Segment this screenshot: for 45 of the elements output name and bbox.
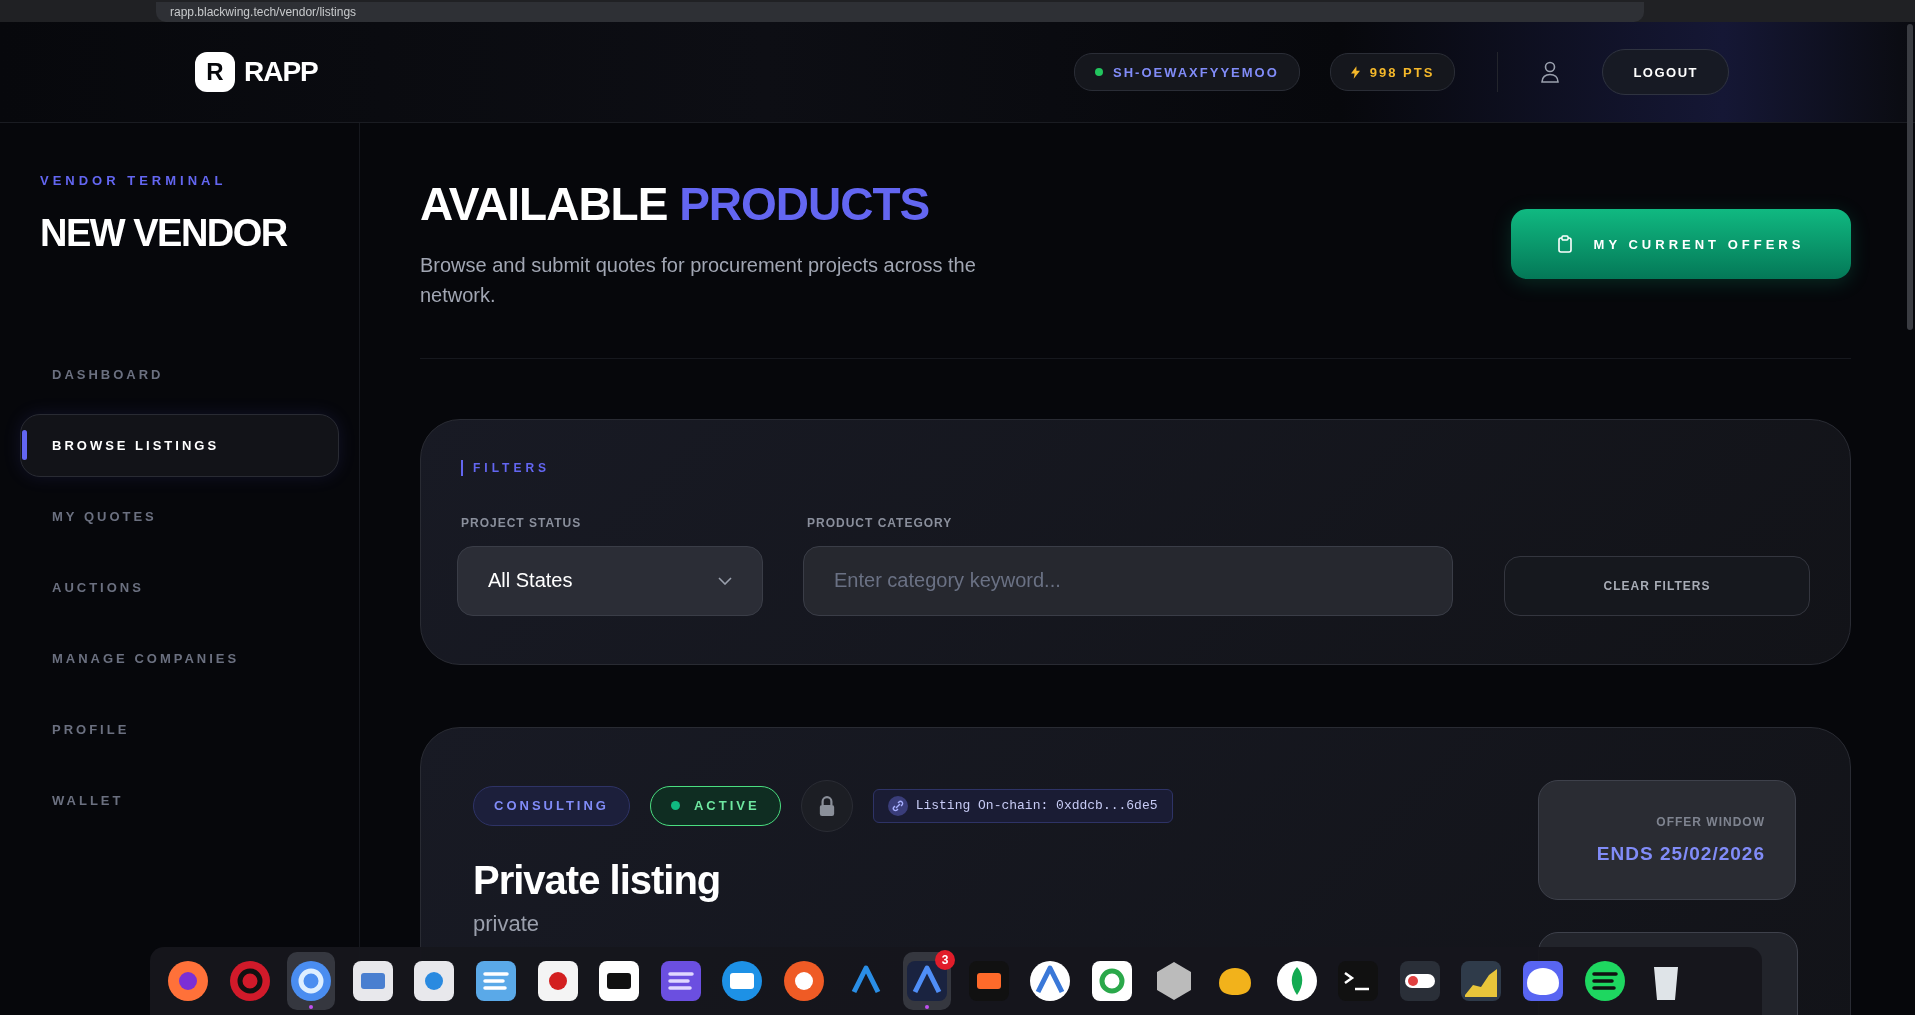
app-icon[interactable] [781, 959, 826, 1003]
points-text: 998 PTS [1369, 64, 1435, 80]
sidebar-item[interactable]: MY QUOTES [20, 485, 339, 548]
address-bar[interactable]: rapp.blackwing.tech/vendor/listings [156, 2, 1644, 22]
field-label: PROJECT STATUS [460, 515, 583, 530]
status-dropdown[interactable]: All States [457, 545, 763, 616]
sidebar-eyebrow: VENDOR TERMINAL [39, 173, 228, 188]
session-id: SH-OEWAXFYYEMOO [1113, 64, 1279, 80]
notification-badge: 3 [935, 950, 956, 970]
filters-heading: FILTERS [461, 459, 1810, 476]
clear-filters-button[interactable]: CLEAR FILTERS [1504, 555, 1810, 616]
status-tag: ACTIVE [650, 785, 781, 826]
offer-window-date: ENDS 25/02/2026 [1596, 842, 1765, 865]
user-icon[interactable] [1540, 61, 1561, 83]
app-icon[interactable] [1089, 959, 1134, 1003]
logo-text[interactable]: RAPP [244, 56, 318, 88]
offer-window-label: OFFER WINDOW [1656, 814, 1765, 829]
logout-button[interactable]: LOGOUT [1602, 49, 1729, 95]
clipboard-icon [1557, 235, 1572, 253]
listing-description: private [473, 910, 541, 937]
category-tag: CONSULTING [473, 785, 630, 826]
listing-title: Private listing [473, 857, 722, 903]
chevron-down-icon [718, 576, 732, 585]
page-title: AVAILABLE PRODUCTS [420, 179, 931, 230]
sidebar-item[interactable]: WALLET [20, 769, 339, 832]
link-icon [887, 795, 908, 816]
toggle-icon[interactable] [1397, 959, 1442, 1003]
page-subtitle: Browse and submit quotes for procurement projects across the network. [420, 252, 977, 308]
sidebar-item[interactable]: BROWSE LISTINGS [20, 414, 339, 477]
sidebar-item[interactable]: MANAGE COMPANIES [20, 627, 339, 690]
app-icon[interactable] [658, 959, 703, 1003]
category-search-field[interactable]: Enter category keyword... [803, 545, 1453, 616]
sidebar-item[interactable]: PROFILE [20, 698, 339, 761]
sidebar-item[interactable]: DASHBOARD [20, 343, 339, 406]
terminal-icon[interactable] [1336, 959, 1381, 1003]
leaf-icon[interactable] [1274, 959, 1319, 1003]
scrollbar[interactable] [1907, 24, 1913, 330]
current-offers-button[interactable]: MY CURRENT OFFERS [1511, 209, 1851, 279]
chart-icon[interactable] [1459, 959, 1504, 1003]
vendor-name: NEW VENDOR [39, 212, 288, 255]
chain-tag: Listing On-chain: 0xddcb...6de5 [872, 788, 1173, 823]
sidebar-item[interactable]: AUCTIONS [20, 556, 339, 619]
logo-mark[interactable]: R [195, 52, 235, 92]
lightning-icon [1350, 65, 1360, 79]
field-label: PRODUCT CATEGORY [806, 515, 954, 530]
